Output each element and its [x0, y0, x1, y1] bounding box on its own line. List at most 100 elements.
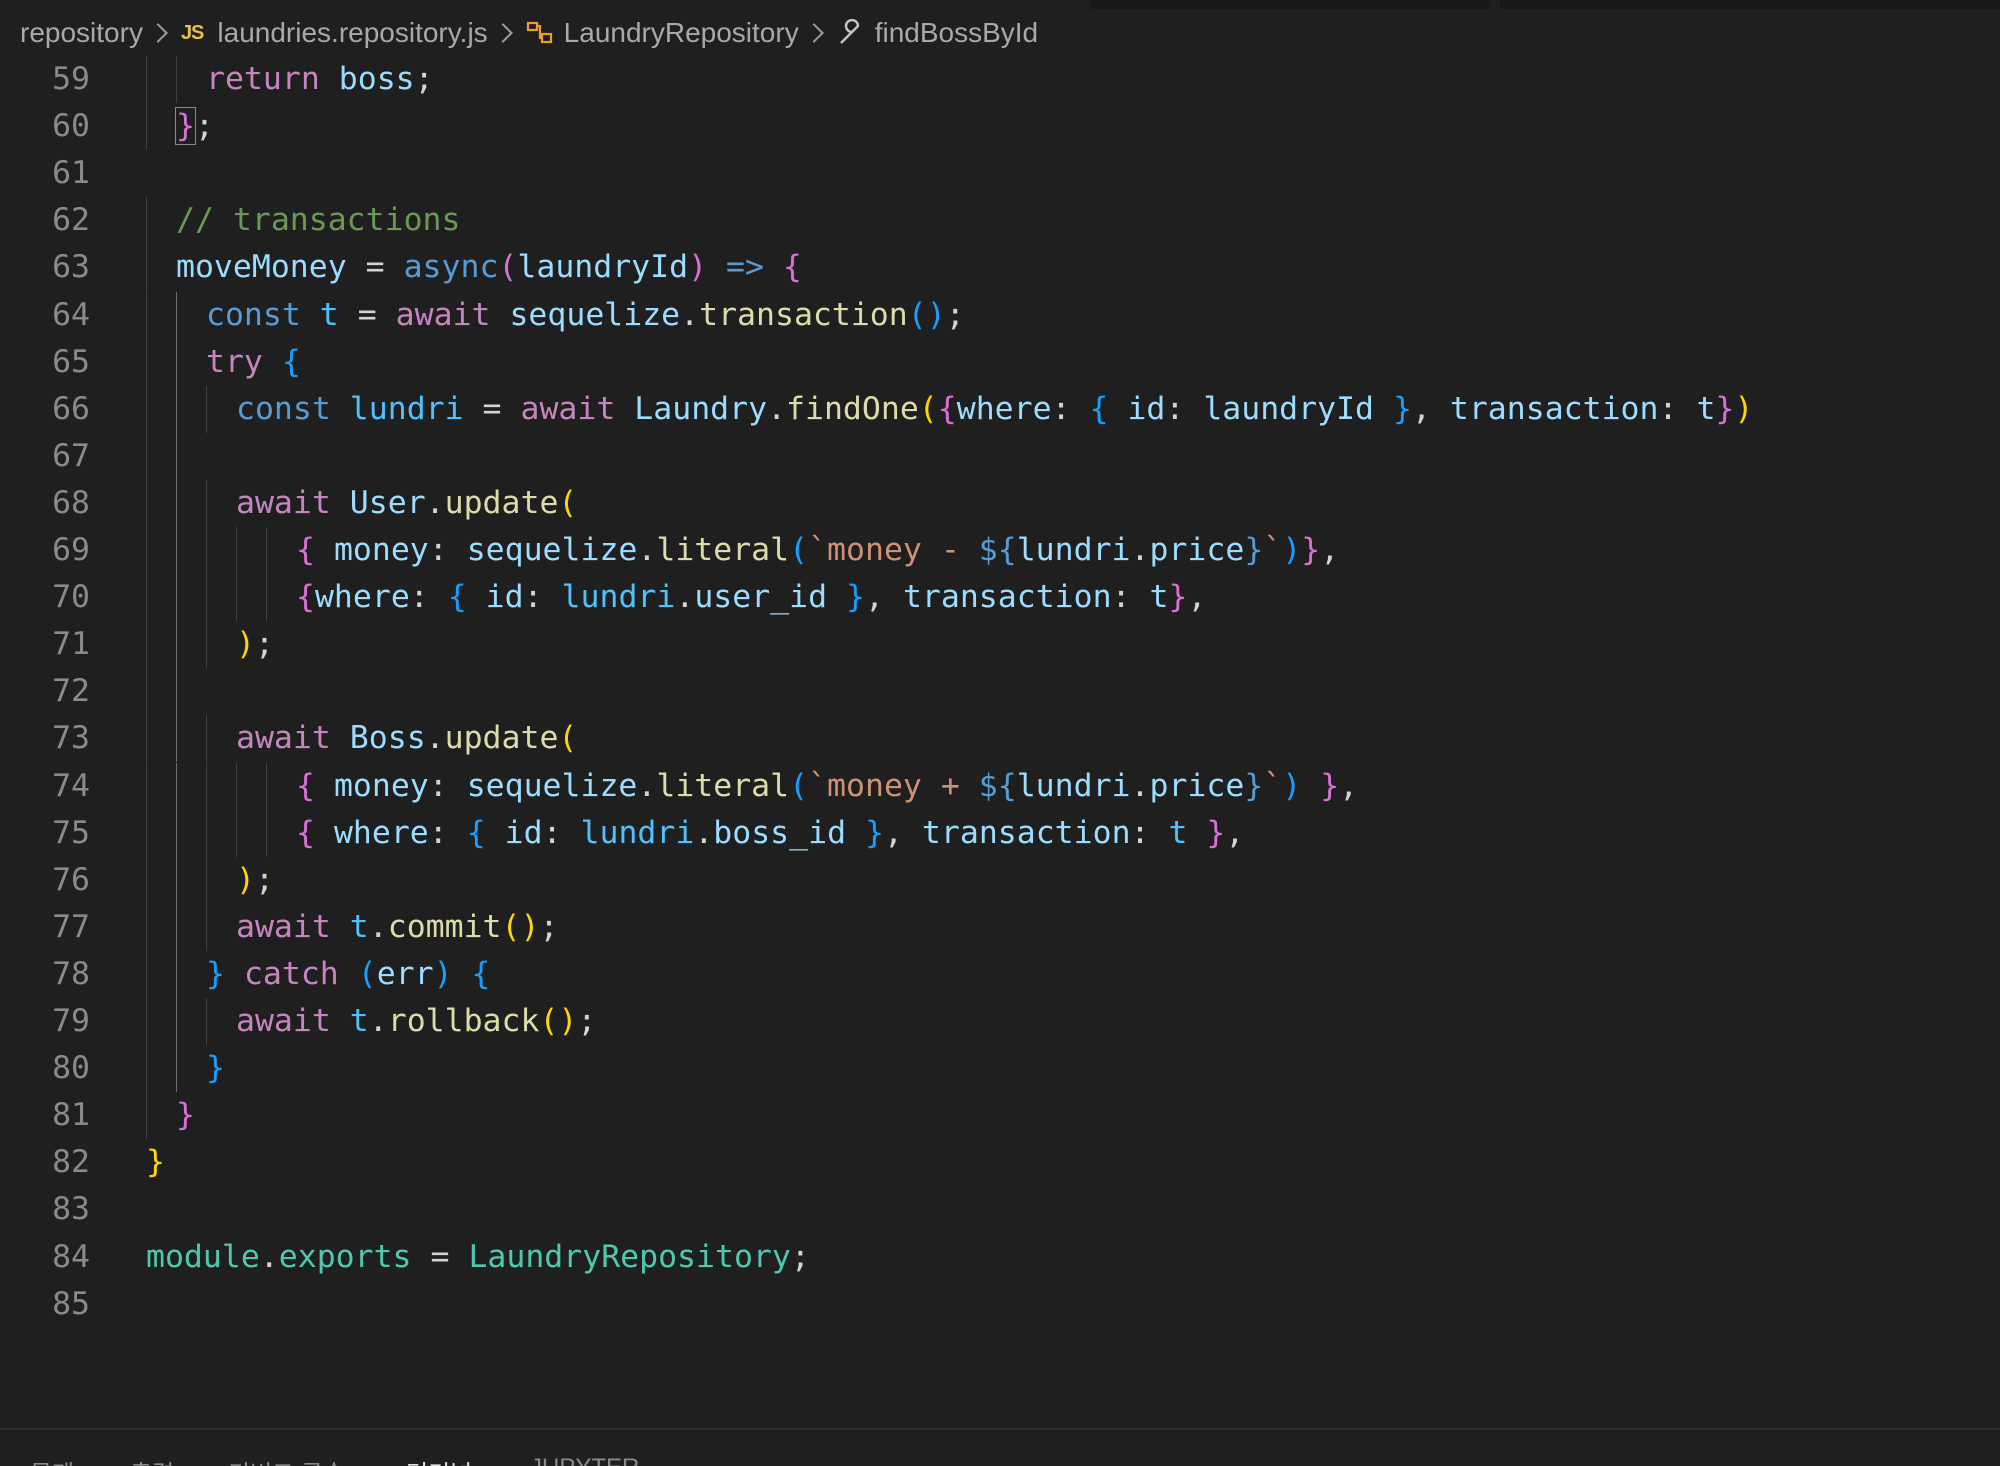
- code-line[interactable]: 65 try {: [0, 338, 2000, 386]
- code-token: {: [466, 814, 486, 851]
- code-text: await t.commit();: [236, 904, 558, 951]
- code-line[interactable]: 81}: [0, 1092, 2000, 1140]
- code-line[interactable]: 62 // transactions: [0, 197, 2000, 245]
- panel-tab-output[interactable]: 출력: [130, 1454, 174, 1466]
- line-number: 85: [52, 1285, 90, 1322]
- line-number: 74: [52, 767, 90, 804]
- code-line[interactable]: 69{ money: sequelize.literal(`money - ${…: [0, 527, 2000, 575]
- code-line[interactable]: 80}: [0, 1045, 2000, 1093]
- editor-tab-strip-remnant: [0, 0, 2000, 10]
- code-text: return boss;: [206, 56, 434, 103]
- code-token: price: [1149, 532, 1245, 568]
- line-number: 81: [52, 1097, 90, 1134]
- code-line[interactable]: 60};: [0, 103, 2000, 151]
- code-line[interactable]: 63 moveMoney = async(laundryId) => {: [0, 244, 2000, 292]
- code-token: .: [368, 1003, 388, 1039]
- code-token: ): [688, 249, 708, 286]
- code-line[interactable]: 76);: [0, 856, 2000, 904]
- code-line[interactable]: 72: [0, 668, 2000, 716]
- code-token: moveMoney: [176, 249, 347, 286]
- code-line[interactable]: 73 await Boss.update(: [0, 715, 2000, 763]
- code-token: .: [694, 814, 714, 851]
- code-line[interactable]: 68 await User.update(: [0, 479, 2000, 527]
- code-token: ,: [1411, 390, 1450, 427]
- code-line[interactable]: 84 module.exports = LaundryRepository;: [0, 1234, 2000, 1281]
- line-number: 59: [52, 61, 90, 97]
- indent-guide: [146, 56, 147, 104]
- indent-guide: [266, 527, 267, 575]
- code-line[interactable]: 77 await t.commit();: [0, 903, 2000, 951]
- indent-guide: [236, 527, 237, 575]
- code-line[interactable]: 59 return boss;: [0, 56, 2000, 104]
- code-token: transaction: [902, 579, 1112, 616]
- panel-tab-jupyter[interactable]: JUPYTER: [530, 1454, 639, 1466]
- line-number: 60: [52, 108, 90, 145]
- breadcrumb-item-folder[interactable]: repository: [20, 17, 143, 49]
- panel-tab-problems[interactable]: 문제: [30, 1454, 74, 1466]
- code-token: }: [1168, 579, 1188, 616]
- breadcrumb-item-class[interactable]: LaundryRepository: [526, 17, 799, 49]
- indent-guide: [206, 856, 207, 904]
- panel-tab-terminal[interactable]: 터미널: [406, 1454, 472, 1466]
- code-token: ,: [1187, 579, 1207, 616]
- code-line[interactable]: 70 {where: { id: lundri.user_id }, transa…: [0, 574, 2000, 622]
- breadcrumb-item-method[interactable]: findBossById: [837, 17, 1038, 49]
- indent-guide: [146, 197, 147, 245]
- code-token: (: [357, 955, 377, 992]
- indent-guide: [146, 715, 147, 763]
- code-token: money: [333, 532, 429, 568]
- code-token: id: [504, 814, 543, 851]
- code-line[interactable]: 75 { where: { id: lundri.boss_id }, trans…: [0, 809, 2000, 857]
- breadcrumb-item-file[interactable]: JS laundries.repository.js: [181, 17, 488, 49]
- code-token: lundri: [1016, 767, 1131, 804]
- code-token: ,: [1225, 814, 1245, 851]
- code-token: (): [907, 296, 946, 333]
- code-token: ;: [414, 61, 434, 97]
- code-line[interactable]: 66 const lundri = await Laundry.findOne({…: [0, 385, 2000, 433]
- code-text: module.exports = LaundryRepository;: [146, 1234, 810, 1281]
- code-line[interactable]: 78} catch (err) {: [0, 950, 2000, 998]
- code-token: lundri: [349, 390, 464, 427]
- code-token: transaction: [1449, 390, 1659, 427]
- code-token: ,: [1320, 532, 1340, 568]
- code-token: ,: [883, 814, 922, 851]
- code-token: }: [1206, 814, 1226, 851]
- code-line[interactable]: 71);: [0, 621, 2000, 669]
- code-token: exports: [278, 1238, 412, 1275]
- code-editor[interactable]: 59 return boss; 60}; 61 62// transactions 63 m…: [0, 56, 2000, 1426]
- code-line[interactable]: 61: [0, 150, 2000, 197]
- code-token: update: [444, 720, 559, 757]
- code-token: :: [1165, 390, 1204, 427]
- code-token: await: [236, 484, 331, 521]
- code-line[interactable]: 64 const t = await sequelize.transaction(…: [0, 291, 2000, 339]
- code-token: update: [444, 484, 559, 521]
- indent-guide: [176, 668, 177, 716]
- panel-tab-debug-console[interactable]: 디버그 콘솔: [228, 1454, 345, 1466]
- code-token: try: [206, 343, 263, 380]
- code-line[interactable]: 83: [0, 1186, 2000, 1233]
- line-number: 69: [52, 532, 90, 568]
- code-line[interactable]: 67: [0, 432, 2000, 480]
- code-token: ;: [254, 861, 274, 898]
- line-number: 68: [52, 484, 90, 521]
- code-token: boss: [338, 61, 415, 97]
- code-line[interactable]: 85: [0, 1281, 2000, 1328]
- code-text: await User.update(: [236, 480, 577, 527]
- indent-guide: [176, 432, 177, 480]
- panel-tab-bar: 문제 출력 디버그 콘솔 터미널 JUPYTER: [0, 1428, 2000, 1466]
- breadcrumb-label: findBossById: [874, 17, 1039, 48]
- code-token: ,: [1339, 767, 1359, 804]
- code-line[interactable]: 82}: [0, 1139, 2000, 1186]
- line-number: 66: [52, 390, 90, 427]
- code-line[interactable]: 79 await t.rollback();: [0, 998, 2000, 1046]
- breadcrumb-label: repository: [20, 17, 143, 48]
- code-token: (): [501, 908, 540, 945]
- code-token: }: [865, 814, 884, 851]
- code-line[interactable]: 74{ money: sequelize.literal(`money + ${…: [0, 762, 2000, 810]
